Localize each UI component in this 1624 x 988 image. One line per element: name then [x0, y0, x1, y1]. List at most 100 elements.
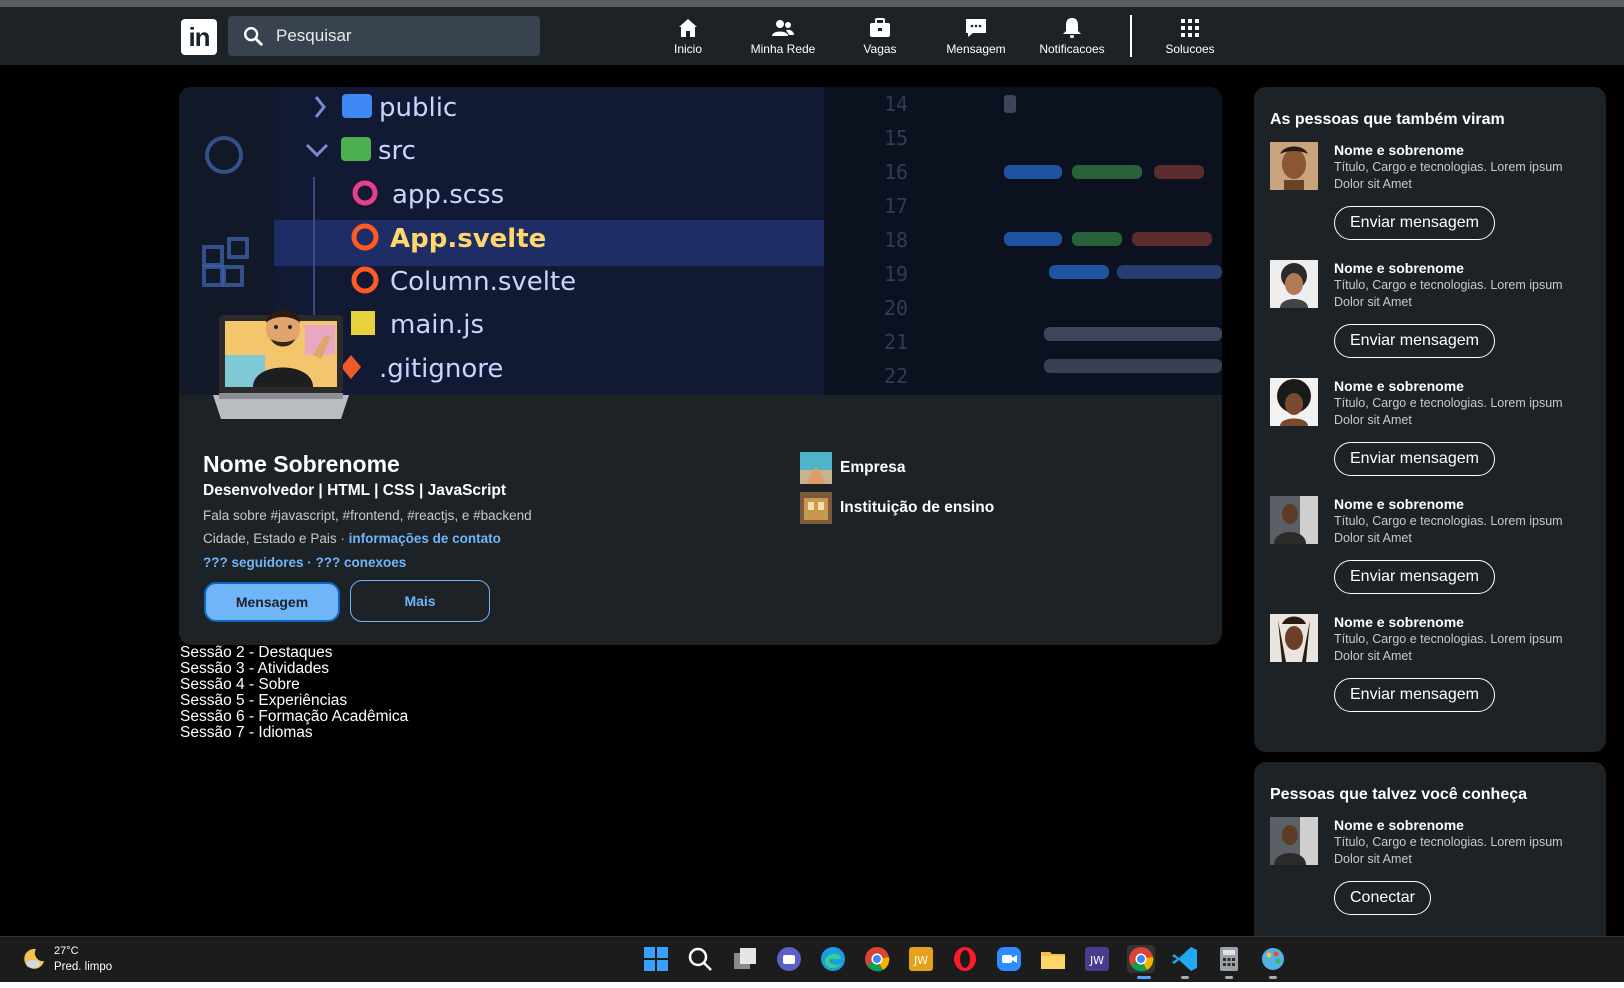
task-view-icon[interactable] [731, 945, 759, 973]
weather-moon-icon[interactable] [22, 947, 46, 971]
person-photo[interactable] [1270, 260, 1318, 308]
send-message-button[interactable]: Enviar mensagem [1334, 560, 1495, 594]
section-destaques: Sessão 2 - Destaques [180, 644, 333, 661]
banner-line-21: 21 [884, 330, 908, 354]
banner-line-18: 18 [884, 228, 908, 252]
person-description: Título, Cargo e tecnologias. Lorem ipsum… [1334, 396, 1563, 427]
person-name[interactable]: Nome e sobrenome [1334, 142, 1464, 158]
banner-file-public: public [379, 93, 457, 123]
windows-start-icon[interactable] [642, 945, 670, 973]
svg-text:JW: JW [913, 954, 928, 967]
more-button[interactable]: Mais [350, 580, 490, 622]
person-description: Título, Cargo e tecnologias. Lorem ipsum… [1334, 835, 1563, 866]
grid-icon [1181, 19, 1199, 37]
followers-link[interactable]: ??? seguidores [203, 555, 304, 570]
weather-description[interactable]: Pred. limpo [54, 961, 112, 973]
banner-line-19: 19 [884, 262, 908, 286]
linkedin-logo[interactable]: in [181, 19, 217, 55]
vscode-icon[interactable] [1171, 945, 1199, 973]
nav-item-minha-rede[interactable]: Minha Rede [748, 16, 818, 60]
paint-app-icon[interactable] [1259, 945, 1287, 973]
search-input[interactable] [276, 16, 526, 56]
stats-separator: · [303, 555, 316, 570]
send-message-button[interactable]: Enviar mensagem [1334, 324, 1495, 358]
nav-label-mensagem: Mensagem [946, 42, 1006, 56]
connect-button[interactable]: Conectar [1334, 881, 1431, 915]
profile-stats: ??? seguidores · ??? conexoes [203, 555, 406, 570]
window-top-strip [0, 0, 1624, 7]
contact-info-link[interactable]: informações de contato [349, 531, 501, 546]
chrome-browser-icon[interactable] [863, 945, 891, 973]
home-icon [679, 19, 697, 37]
jw-app-icon[interactable]: JW [1083, 945, 1111, 973]
list-item: Nome e sobrenome Título, Cargo e tecnolo… [1270, 817, 1600, 927]
send-message-button[interactable]: Enviar mensagem [1334, 442, 1495, 476]
profile-avatar[interactable] [213, 295, 353, 425]
zoom-app-icon[interactable] [995, 945, 1023, 973]
person-name[interactable]: Nome e sobrenome [1334, 260, 1464, 276]
profile-location: Cidade, Estado e Pais · informações de c… [203, 531, 501, 546]
nav-label-notificacoes: Notificacoes [1039, 42, 1105, 56]
message-button[interactable]: Mensagem [204, 582, 340, 622]
app-running-indicator [1225, 976, 1233, 979]
search-box[interactable] [228, 16, 540, 56]
person-photo[interactable] [1270, 378, 1318, 426]
person-description: Título, Cargo e tecnologias. Lorem ipsum… [1334, 160, 1563, 191]
person-name[interactable]: Nome e sobrenome [1334, 817, 1464, 833]
list-item: Nome e sobrenome Título, Cargo e tecnolo… [1270, 260, 1600, 370]
profile-name: Nome Sobrenome [203, 451, 400, 477]
banner-file-column-svelte: Column.svelte [390, 267, 576, 297]
banner-file-app-svelte: App.svelte [390, 224, 546, 254]
company-logo [800, 452, 832, 484]
banner-file-gitignore: .gitignore [379, 354, 503, 384]
also-viewed-title: As pessoas que também viram [1270, 111, 1505, 128]
sections-list: Sessão 2 - Destaques Sessão 3 - Atividad… [180, 645, 408, 741]
banner-line-20: 20 [884, 296, 908, 320]
taskbar-search-icon[interactable] [686, 945, 714, 973]
person-photo[interactable] [1270, 496, 1318, 544]
connections-link[interactable]: ??? conexoes [316, 555, 407, 570]
nav-item-inicio[interactable]: Inicio [668, 16, 708, 60]
list-item: Nome e sobrenome Título, Cargo e tecnolo… [1270, 142, 1600, 252]
section-idiomas: Sessão 7 - Idiomas [180, 724, 313, 741]
nav-item-solucoes[interactable]: Solucoes [1162, 16, 1218, 60]
person-name[interactable]: Nome e sobrenome [1334, 378, 1464, 394]
may-know-title: Pessoas que talvez você conheça [1270, 786, 1528, 803]
os-taskbar: 27°C Pred. limpo JW JW [0, 936, 1624, 982]
weather-temperature[interactable]: 27°C [54, 945, 79, 957]
jw-library-icon[interactable]: JW [907, 945, 935, 973]
chrome-active-icon[interactable] [1127, 945, 1155, 973]
person-name[interactable]: Nome e sobrenome [1334, 496, 1464, 512]
section-experiencias: Sessão 5 - Experiências [180, 692, 348, 709]
person-photo[interactable] [1270, 142, 1318, 190]
person-name[interactable]: Nome e sobrenome [1334, 614, 1464, 630]
nav-item-mensagem[interactable]: Mensagem [944, 16, 1008, 60]
window-bottom-strip [0, 982, 1624, 988]
school-name: Instituição de ensino [840, 499, 995, 516]
svg-text:JW: JW [1089, 954, 1104, 967]
send-message-button[interactable]: Enviar mensagem [1334, 678, 1495, 712]
nav-label-minha-rede: Minha Rede [750, 42, 816, 56]
company-name: Empresa [840, 459, 906, 476]
list-item: Nome e sobrenome Título, Cargo e tecnolo… [1270, 378, 1600, 488]
nav-item-notificacoes[interactable]: Notificacoes [1036, 16, 1108, 60]
calculator-icon[interactable] [1215, 945, 1243, 973]
opera-browser-icon[interactable] [951, 945, 979, 973]
profile-card: public src app.scss App.svelte Column.sv… [179, 87, 1222, 645]
person-photo[interactable] [1270, 614, 1318, 662]
banner-line-16: 16 [884, 160, 908, 184]
profile-location-text: Cidade, Estado e Pais · [203, 531, 349, 546]
also-viewed-card: As pessoas que também viram Nome e sobre… [1254, 87, 1606, 752]
teams-chat-icon[interactable] [775, 945, 803, 973]
banner-line-22: 22 [884, 364, 908, 388]
nav-label-vagas: Vagas [863, 42, 897, 56]
top-navbar: in Inicio Minha Rede Vagas Mensagem Noti… [0, 7, 1624, 65]
briefcase-icon [870, 18, 890, 37]
search-icon [244, 27, 263, 46]
person-photo[interactable] [1270, 817, 1318, 865]
file-explorer-icon[interactable] [1039, 945, 1067, 973]
nav-item-vagas[interactable]: Vagas [858, 16, 902, 60]
send-message-button[interactable]: Enviar mensagem [1334, 206, 1495, 240]
edge-browser-icon[interactable] [819, 945, 847, 973]
section-atividades: Sessão 3 - Atividades [180, 660, 330, 677]
